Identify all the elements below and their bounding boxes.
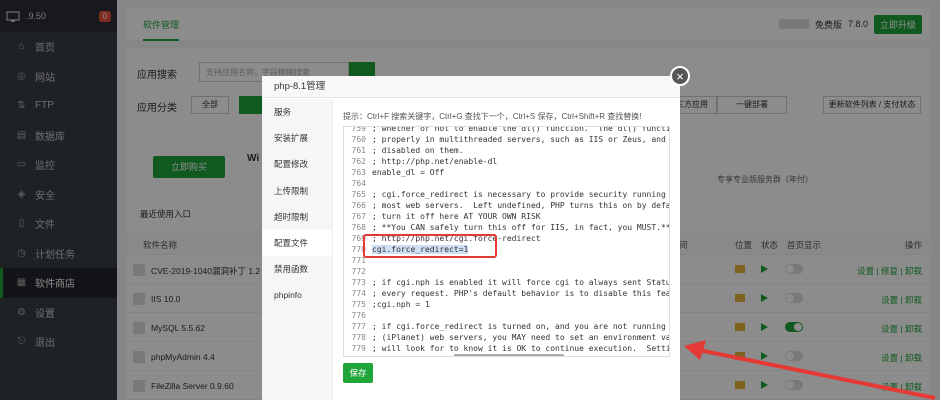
annotation-arrow — [684, 340, 936, 400]
